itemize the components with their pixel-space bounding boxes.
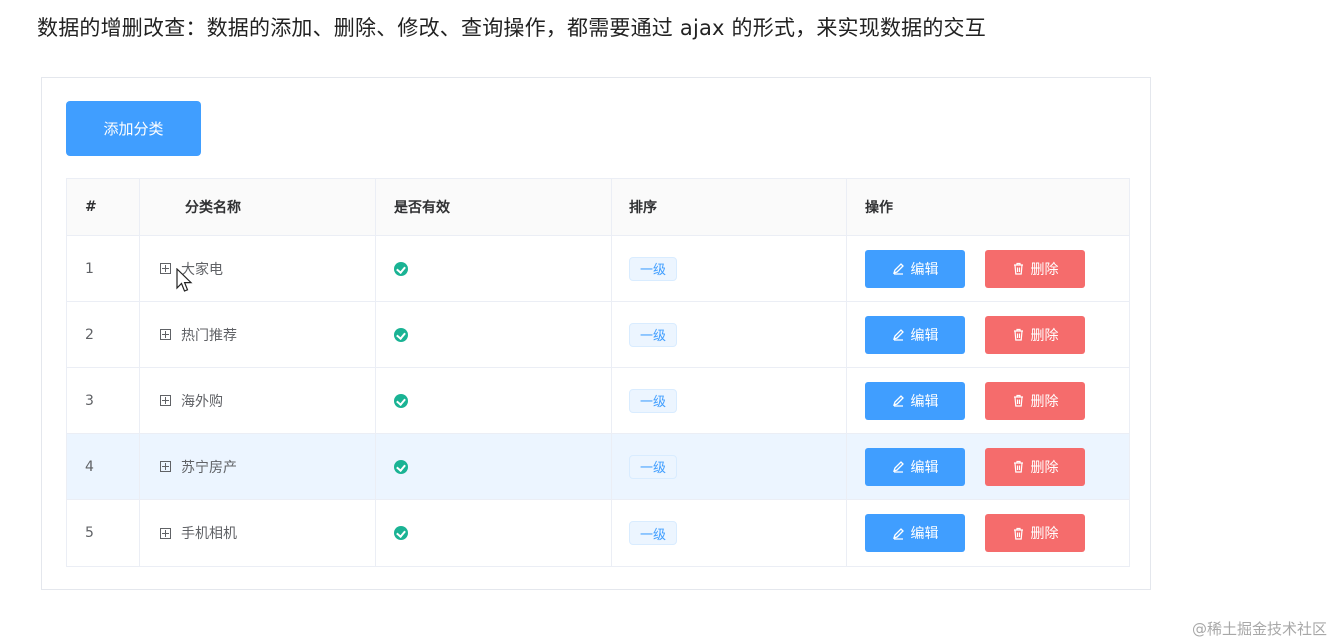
actions-cell: 编辑 删除 [847, 434, 1129, 499]
level-tag: 一级 [629, 388, 677, 413]
edit-label: 编辑 [910, 393, 939, 410]
check-circle-icon [394, 261, 408, 276]
trash-icon [1013, 460, 1023, 473]
table-header-row: # 分类名称 是否有效 排序 操作 [67, 179, 1129, 236]
row-index: 1 [67, 236, 140, 301]
category-name-cell: 苏宁房产 [140, 434, 376, 499]
valid-cell [376, 368, 612, 433]
level-tag: 一级 [629, 521, 677, 545]
category-name-cell: 热门推荐 [140, 302, 376, 367]
category-name-cell: 海外购 [140, 368, 376, 433]
row-index: 4 [67, 434, 140, 499]
delete-label: 删除 [1030, 526, 1059, 542]
pencil-icon [892, 395, 904, 407]
level-tag: 一级 [629, 454, 677, 479]
header-name: 分类名称 [140, 179, 376, 235]
table-row: 3 海外购 一级 编辑 删除 [67, 368, 1129, 434]
trash-icon [1013, 394, 1023, 407]
header-actions: 操作 [865, 200, 893, 216]
check-circle-icon [394, 393, 408, 408]
expand-icon[interactable] [160, 395, 171, 406]
row-index: 3 [67, 368, 140, 433]
level-cell: 一级 [612, 302, 847, 367]
delete-label: 删除 [1030, 459, 1059, 476]
table-row: 4 苏宁房产 一级 编辑 删除 [67, 434, 1129, 500]
pencil-icon [892, 461, 904, 473]
category-name: 苏宁房产 [181, 459, 237, 476]
pencil-icon [892, 263, 904, 275]
level-cell: 一级 [612, 236, 847, 301]
category-name-cell: 手机相机 [140, 500, 376, 566]
edit-button[interactable]: 编辑 [865, 514, 965, 552]
actions-cell: 编辑 删除 [847, 368, 1129, 433]
actions-cell: 编辑 删除 [847, 500, 1129, 566]
expand-icon[interactable] [160, 527, 171, 539]
edit-button[interactable]: 编辑 [865, 249, 965, 288]
level-cell: 一级 [612, 434, 847, 499]
expand-icon[interactable] [160, 461, 171, 472]
edit-button[interactable]: 编辑 [865, 381, 965, 420]
category-panel: 添加分类 # 分类名称 是否有效 排序 操作 1 大家电 一级 编辑 删除 2 … [41, 77, 1151, 590]
actions-cell: 编辑 删除 [847, 236, 1129, 301]
category-name: 热门推荐 [181, 327, 237, 344]
category-name: 大家电 [181, 261, 223, 278]
table-row: 5 手机相机 一级 编辑 删除 [67, 500, 1129, 566]
pencil-icon [892, 527, 904, 540]
valid-cell [376, 302, 612, 367]
level-tag: 一级 [629, 256, 677, 281]
delete-button[interactable]: 删除 [985, 381, 1085, 420]
header-valid: 是否有效 [376, 179, 612, 235]
check-circle-icon [394, 526, 408, 540]
level-cell: 一级 [612, 500, 847, 566]
expand-icon[interactable] [160, 329, 171, 340]
row-index: 5 [67, 500, 140, 566]
delete-button[interactable]: 删除 [985, 315, 1085, 354]
category-table: # 分类名称 是否有效 排序 操作 1 大家电 一级 编辑 删除 2 热门推荐 … [66, 178, 1130, 567]
row-index: 2 [67, 302, 140, 367]
check-circle-icon [394, 327, 408, 342]
actions-cell: 编辑 删除 [847, 302, 1129, 367]
valid-cell [376, 236, 612, 301]
watermark: @稀土掘金技术社区 [1191, 620, 1327, 638]
check-circle-icon [394, 459, 408, 474]
expand-icon[interactable] [160, 263, 171, 274]
delete-button[interactable]: 删除 [985, 514, 1085, 552]
edit-button[interactable]: 编辑 [865, 447, 965, 486]
page-heading: 数据的增删改查：数据的添加、删除、修改、查询操作，都需要通过 ajax 的形式，… [37, 16, 986, 40]
category-name-cell: 大家电 [140, 236, 376, 301]
delete-button[interactable]: 删除 [985, 447, 1085, 486]
add-category-button[interactable]: 添加分类 [66, 101, 201, 156]
category-name: 海外购 [181, 393, 223, 410]
level-tag: 一级 [629, 322, 677, 347]
edit-label: 编辑 [910, 327, 939, 344]
trash-icon [1013, 328, 1023, 341]
edit-label: 编辑 [910, 459, 939, 476]
edit-label: 编辑 [910, 526, 939, 542]
trash-icon [1013, 527, 1023, 540]
delete-button[interactable]: 删除 [985, 249, 1085, 288]
header-level: 排序 [612, 179, 847, 235]
header-index: # [67, 179, 140, 235]
valid-cell [376, 500, 612, 566]
category-name: 手机相机 [181, 526, 237, 542]
level-cell: 一级 [612, 368, 847, 433]
delete-label: 删除 [1030, 327, 1059, 344]
edit-button[interactable]: 编辑 [865, 315, 965, 354]
valid-cell [376, 434, 612, 499]
delete-label: 删除 [1030, 393, 1059, 410]
trash-icon [1013, 262, 1023, 275]
table-row: 2 热门推荐 一级 编辑 删除 [67, 302, 1129, 368]
table-row: 1 大家电 一级 编辑 删除 [67, 236, 1129, 302]
edit-label: 编辑 [910, 261, 939, 278]
pencil-icon [892, 329, 904, 341]
delete-label: 删除 [1030, 261, 1059, 278]
